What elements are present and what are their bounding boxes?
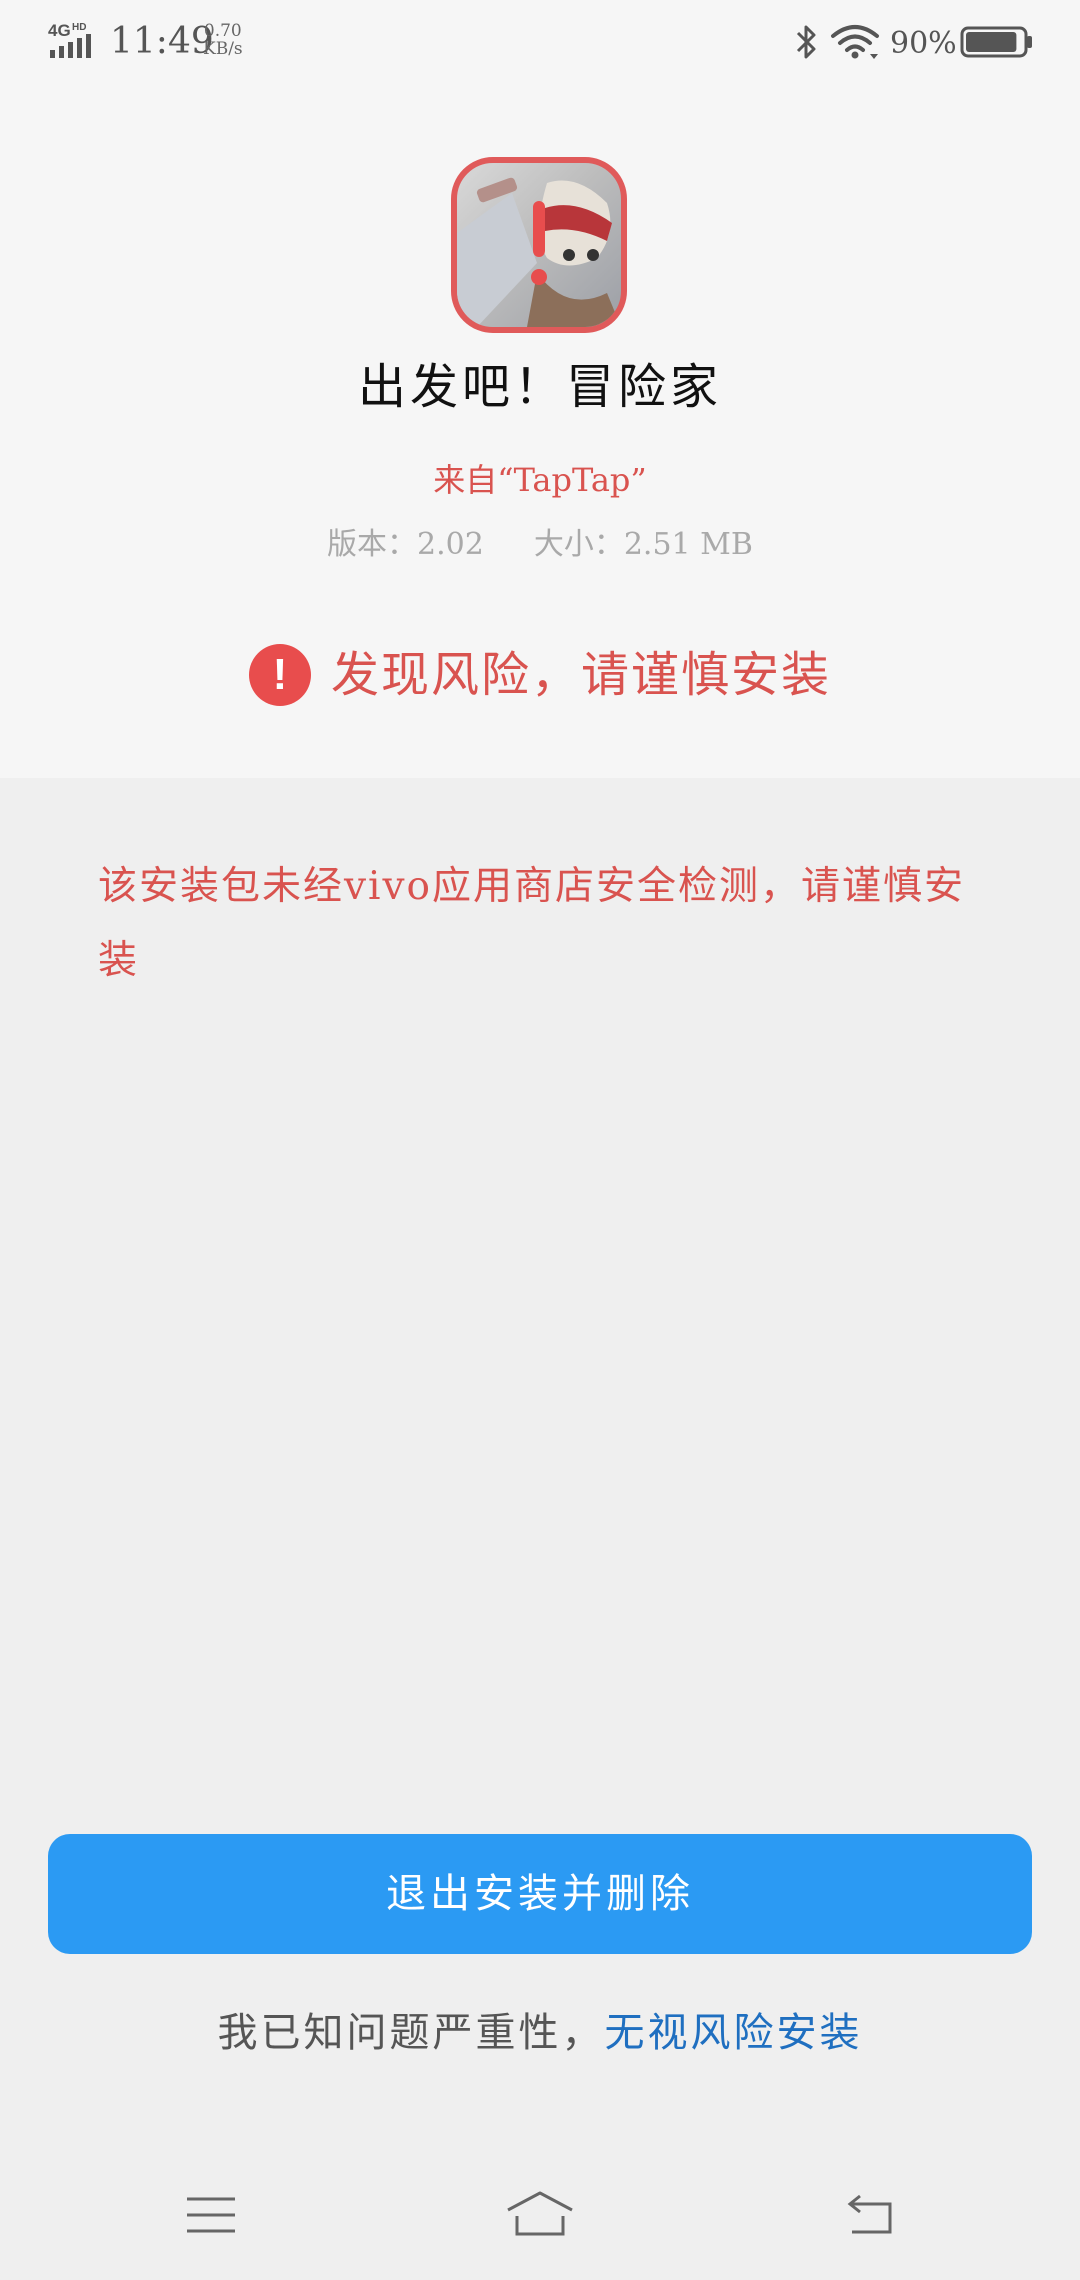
bluetooth-icon	[796, 25, 816, 59]
status-time: 11:49	[110, 21, 214, 62]
app-icon	[451, 157, 627, 333]
alert-icon: !	[248, 644, 311, 706]
battery-icon	[960, 26, 1032, 58]
network-type-label: 4G	[48, 21, 71, 40]
app-meta: 版本：2.02 大小：2.51 MB	[0, 520, 1080, 570]
app-name: 出发吧！冒险家	[357, 359, 722, 415]
status-bar: 4G HD 11:49 0.70 KB/s 90%	[0, 0, 1080, 90]
back-icon[interactable]	[842, 2192, 894, 2236]
network-speed-value: 0.70	[203, 21, 242, 41]
home-icon[interactable]	[505, 2190, 575, 2238]
app-source: 来自“TapTap”	[433, 461, 647, 499]
signal-icon: 4G HD	[48, 21, 91, 58]
app-size: 大小：2.51 MB	[533, 527, 753, 562]
alert-overlay-icon	[531, 201, 547, 285]
battery-percent: 90%	[890, 26, 957, 61]
risk-banner: ! 发现风险，请谨慎安装	[0, 640, 1080, 710]
wifi-icon	[831, 25, 879, 59]
ignore-risk-install-link[interactable]: 无视风险安装	[605, 2010, 863, 2056]
risk-warning-text: 该安装包未经vivo应用商店安全检测，请谨慎安装	[98, 864, 966, 983]
ignore-risk-prefix: 我已知问题严重性，	[217, 2010, 605, 2056]
app-version: 版本：2.02	[327, 527, 484, 562]
ignore-risk-row: 我已知问题严重性，无视风险安装	[0, 1998, 1080, 2068]
network-hd-label: HD	[72, 22, 86, 33]
exit-and-delete-button[interactable]: 退出安装并删除	[48, 1834, 1032, 1954]
menu-icon[interactable]	[186, 2196, 236, 2234]
network-speed: 0.70 KB/s	[203, 22, 243, 58]
network-speed-unit: KB/s	[203, 39, 243, 59]
risk-title: 发现风险，请谨慎安装	[330, 647, 831, 703]
